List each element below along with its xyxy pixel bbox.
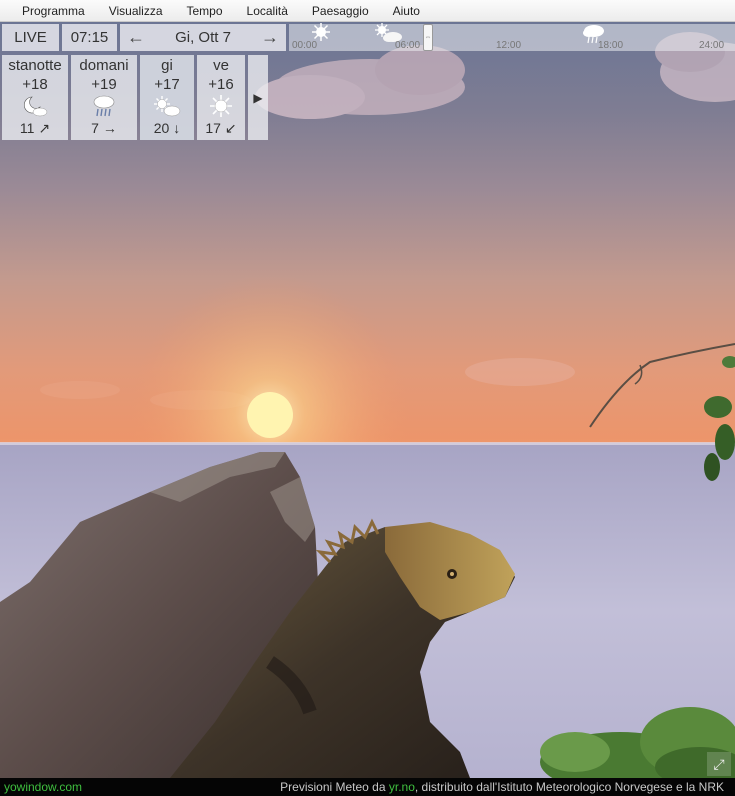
timeline-tick-label: 06:00 xyxy=(395,40,421,51)
forecast-day-thursday[interactable]: gi +17 20 ↓ xyxy=(140,55,194,140)
moon-cloud-icon xyxy=(22,94,48,118)
day-name: gi xyxy=(161,57,173,74)
date-navigator: ← Gi, Ott 7 → xyxy=(120,24,286,51)
live-button[interactable]: LIVE xyxy=(2,24,59,51)
day-name: stanotte xyxy=(8,57,62,74)
menu-tempo[interactable]: Tempo xyxy=(175,0,235,22)
menu-aiuto[interactable]: Aiuto xyxy=(381,0,432,22)
menu-bar: Programma Visualizza Tempo Località Paes… xyxy=(0,0,735,22)
next-day-arrow-icon[interactable]: → xyxy=(258,27,282,48)
sun-icon xyxy=(210,94,232,118)
current-time: 07:15 xyxy=(62,24,117,51)
sun xyxy=(247,392,293,438)
day-name: ve xyxy=(213,57,229,74)
day-wind: 11 ↗ xyxy=(19,120,51,136)
cloud-rain-icon xyxy=(91,94,117,118)
credit-text: Previsioni Meteo da yr.no, distribuito d… xyxy=(280,778,724,796)
menu-localita[interactable]: Località xyxy=(235,0,300,22)
date-label: Gi, Ott 7 xyxy=(175,29,231,46)
forecast-panel: stanotte +18 11 ↗ domani +19 7 → gi +17 xyxy=(2,55,268,140)
menu-programma[interactable]: Programma xyxy=(10,0,97,22)
forecast-more-arrow-icon[interactable]: ▶ xyxy=(248,55,268,140)
day-temperature: +16 xyxy=(208,76,234,93)
footer-bar: yowindow.com Previsioni Meteo da yr.no, … xyxy=(0,778,735,796)
day-temperature: +18 xyxy=(22,76,48,93)
day-wind: 7 → xyxy=(91,120,117,136)
day-name: domani xyxy=(79,57,129,74)
credit-suffix: , distribuito dall'Istituto Meteorologic… xyxy=(414,780,724,794)
forecast-day-tonight[interactable]: stanotte +18 11 ↗ xyxy=(2,55,68,140)
cloud xyxy=(255,45,465,119)
timeline-handle[interactable]: ⇔ xyxy=(423,24,433,51)
timeline-tick-label: 00:00 xyxy=(292,40,318,51)
menu-paesaggio[interactable]: Paesaggio xyxy=(300,0,381,22)
timeline-tick-label: 18:00 xyxy=(598,40,624,51)
timeline-tick-label: 12:00 xyxy=(496,40,522,51)
timeline-tick-label: 24:00 xyxy=(699,40,725,51)
timeline-scrubber[interactable]: ⇔ 00:00 06:00 12:00 18:00 24:00 xyxy=(289,23,735,51)
forecast-day-friday[interactable]: ve +16 17 ↙ xyxy=(197,55,245,140)
forecast-day-tomorrow[interactable]: domani +19 7 → xyxy=(71,55,137,140)
menu-visualizza[interactable]: Visualizza xyxy=(97,0,175,22)
credit-prefix: Previsioni Meteo da xyxy=(280,780,389,794)
prev-day-arrow-icon[interactable]: ← xyxy=(124,27,148,48)
day-temperature: +17 xyxy=(154,76,180,93)
day-temperature: +19 xyxy=(91,76,117,93)
yr-link[interactable]: yr.no xyxy=(389,780,415,794)
day-wind: 20 ↓ xyxy=(153,120,181,136)
control-bar: LIVE 07:15 ← Gi, Ott 7 → ⇔ 00:00 06:00 1… xyxy=(0,22,735,53)
day-wind: 17 ↙ xyxy=(205,120,237,136)
partly-cloudy-icon xyxy=(153,94,181,118)
brand-link[interactable]: yowindow.com xyxy=(4,778,82,796)
fullscreen-icon[interactable]: ⤢ xyxy=(707,752,731,776)
